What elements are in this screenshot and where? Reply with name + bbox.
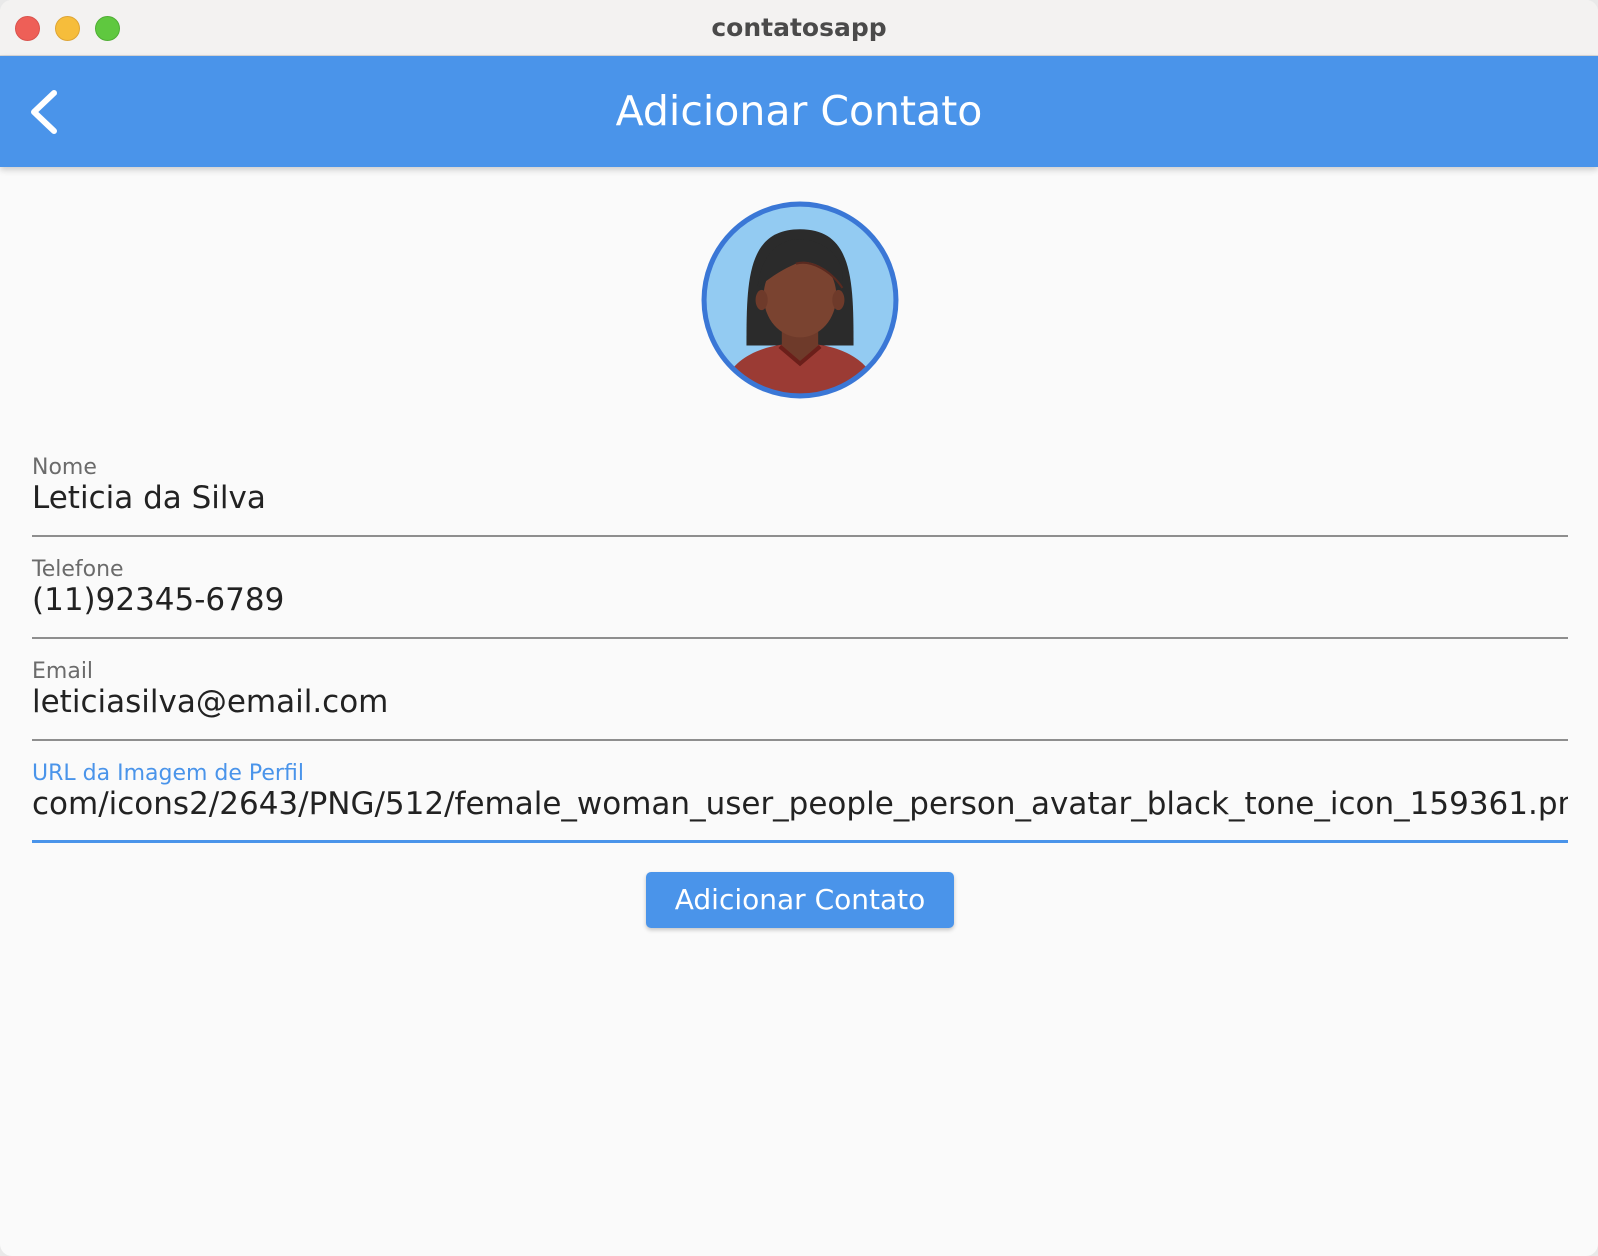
email-input[interactable]: leticiasilva@email.com: [32, 684, 1568, 720]
image-url-input[interactable]: com/icons2/2643/PNG/512/female_woman_use…: [32, 786, 1568, 822]
female-user-avatar-icon: [701, 201, 899, 399]
phone-input[interactable]: (11)92345-6789: [32, 582, 1568, 618]
email-field-underline: [32, 739, 1568, 741]
profile-avatar[interactable]: [699, 199, 901, 401]
page-title: Adicionar Contato: [615, 87, 983, 135]
phone-field[interactable]: Telefone (11)92345-6789: [32, 557, 1568, 639]
window-titlebar: contatosapp: [0, 0, 1598, 56]
add-contact-button[interactable]: Adicionar Contato: [646, 872, 954, 928]
name-input[interactable]: Leticia da Silva: [32, 480, 1568, 516]
image-url-field-underline: [32, 840, 1568, 843]
email-field-label: Email: [32, 659, 94, 684]
window-title: contatosapp: [711, 13, 887, 42]
image-url-field[interactable]: URL da Imagem de Perfil com/icons2/2643/…: [32, 761, 1568, 843]
app-window: contatosapp Adicionar Contato Nome Letic…: [0, 0, 1598, 1256]
email-field[interactable]: Email leticiasilva@email.com: [32, 659, 1568, 741]
name-field-label: Nome: [32, 455, 97, 480]
phone-field-underline: [32, 637, 1568, 639]
name-field-underline: [32, 535, 1568, 537]
name-field[interactable]: Nome Leticia da Silva: [32, 455, 1568, 537]
image-url-field-label: URL da Imagem de Perfil: [32, 761, 304, 786]
phone-field-label: Telefone: [32, 557, 124, 582]
app-bar: Adicionar Contato: [0, 56, 1598, 167]
